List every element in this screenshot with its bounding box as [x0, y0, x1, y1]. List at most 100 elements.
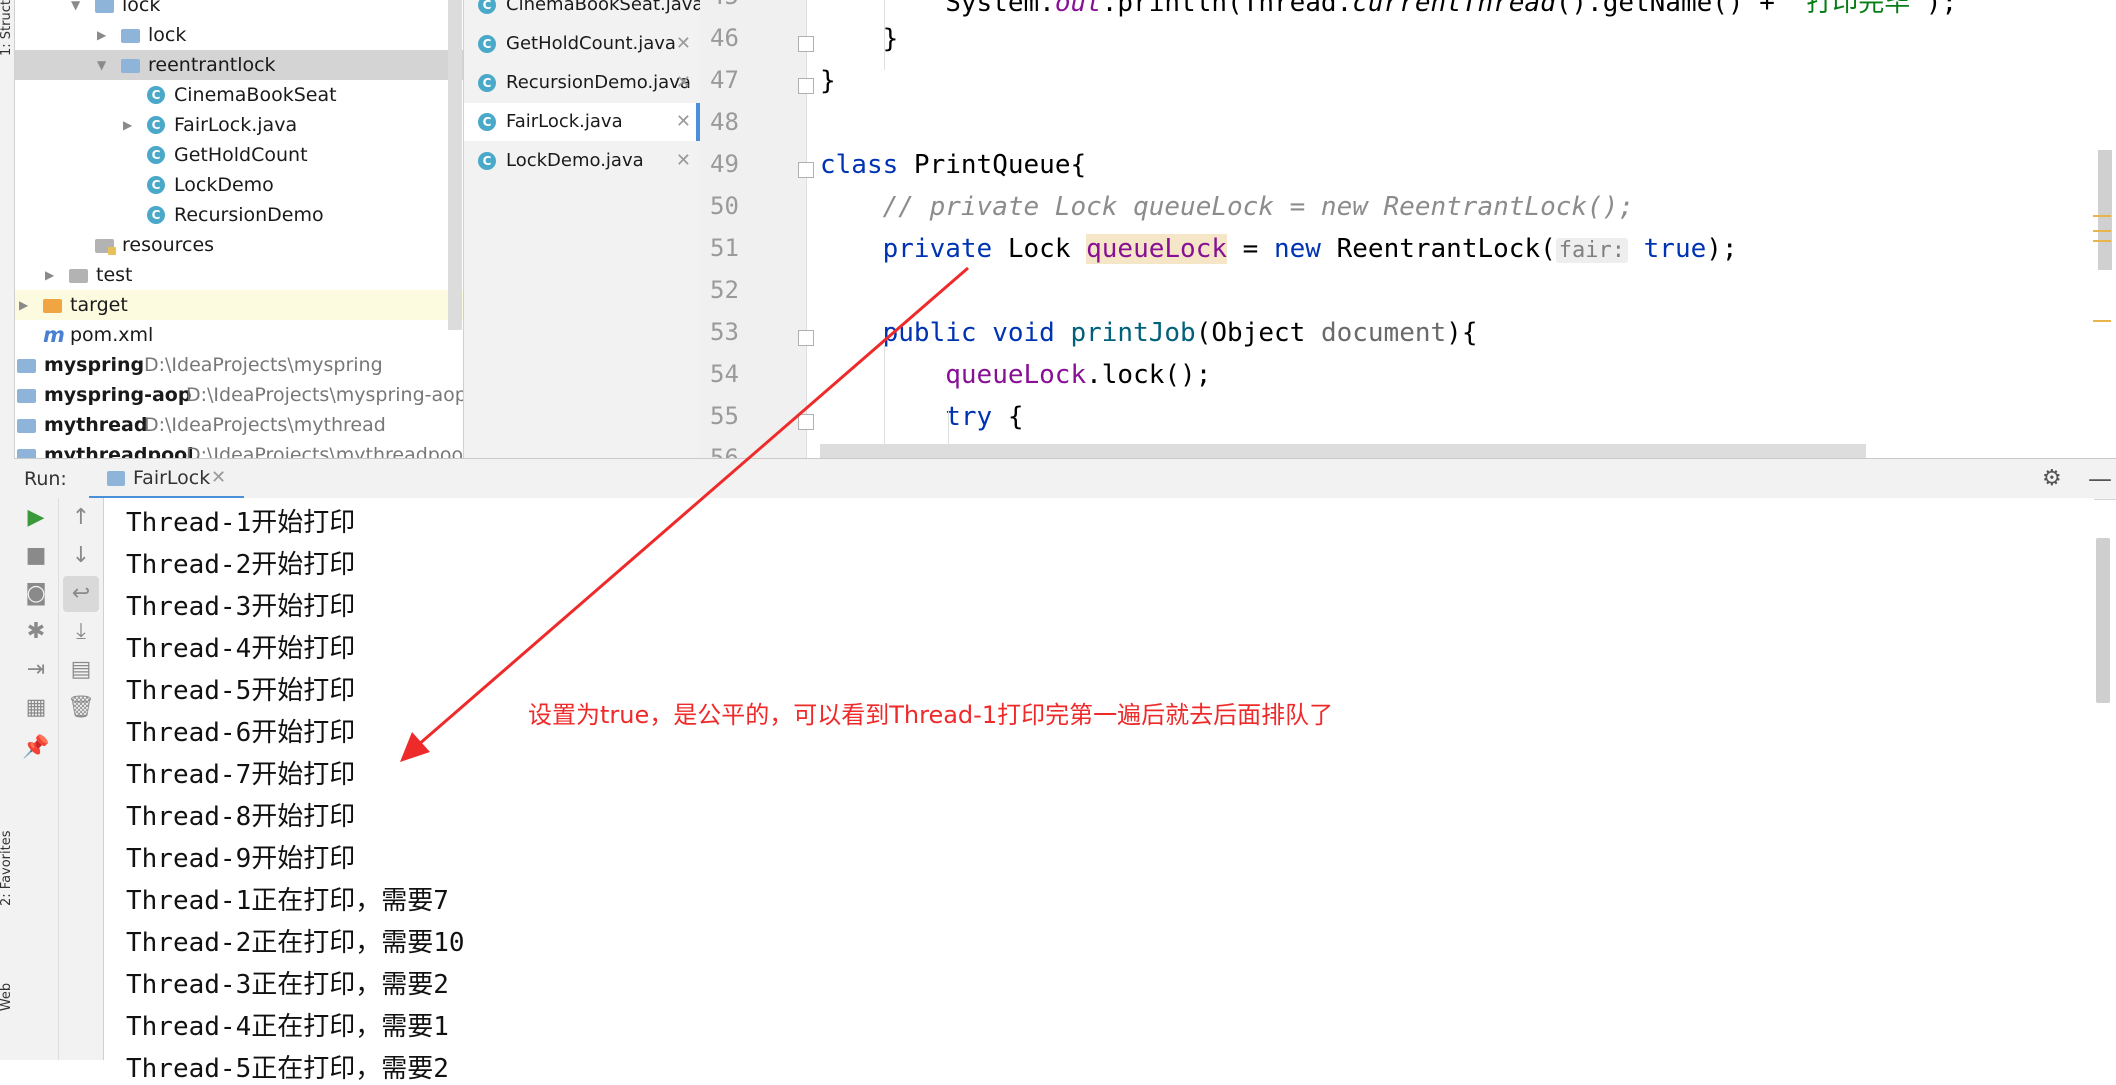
editor-horizontal-scrollbar[interactable]: [820, 444, 1866, 458]
tree-item-label: test: [96, 264, 133, 286]
tree-item[interactable]: ▼ reentrantlock: [15, 50, 463, 80]
editor-scrollbar[interactable]: [2098, 150, 2112, 270]
print-icon[interactable]: ▤: [59, 652, 103, 688]
error-stripe-marker[interactable]: [2093, 320, 2111, 322]
tree-item[interactable]: ▶ C FairLock.java: [15, 110, 463, 140]
module-icon: [17, 449, 36, 458]
code-line: private Lock queueLock = new ReentrantLo…: [882, 234, 1738, 264]
rerun-icon[interactable]: ▶: [14, 500, 58, 536]
tree-item-label: target: [70, 294, 128, 316]
console-line: Thread-5正在打印，需要2: [126, 1054, 449, 1084]
file-list-item[interactable]: C LockDemo.java ✕: [464, 142, 701, 180]
close-icon[interactable]: ✕: [676, 64, 691, 102]
tree-item-label: CinemaBookSeat: [174, 84, 337, 106]
tree-item[interactable]: ▼ lock: [15, 0, 463, 20]
arrow-down-icon[interactable]: ↓: [59, 538, 103, 574]
console-line: Thread-3开始打印: [126, 592, 356, 622]
java-class-icon: C: [147, 146, 165, 164]
tree-item-label: lock: [148, 24, 187, 46]
tree-item-label: mythreadpool: [44, 444, 194, 458]
arrow-up-icon[interactable]: ↑: [59, 500, 103, 536]
file-list-item[interactable]: C RecursionDemo.java ✕: [464, 64, 701, 102]
console-line: Thread-2开始打印: [126, 550, 356, 580]
java-class-icon: C: [478, 35, 496, 53]
java-class-icon: C: [478, 152, 496, 170]
tree-item-path: D:\IdeaProjects\myspring: [144, 354, 383, 376]
stop-icon[interactable]: ■: [14, 538, 58, 574]
tree-item-label: FairLock.java: [174, 114, 298, 136]
expanded-arrow-icon[interactable]: ▼: [71, 0, 80, 20]
code-editor[interactable]: 454647484950515253545556 System.out.prin…: [700, 0, 2116, 458]
tree-item-label: mythread: [44, 414, 148, 436]
camera-icon[interactable]: ◙: [14, 576, 58, 612]
tree-item[interactable]: C RecursionDemo: [15, 200, 463, 230]
tree-item-label: lock: [122, 0, 161, 16]
console-line: Thread-6开始打印: [126, 718, 356, 748]
tree-item[interactable]: ▶mythreadpoolD:\IdeaProjects\mythreadpoo…: [15, 440, 463, 458]
file-list-item[interactable]: C CinemaBookSeat.java: [464, 0, 703, 24]
java-class-icon: C: [147, 206, 165, 224]
tree-item[interactable]: ▶myspring-aopD:\IdeaProjects\myspring-ao…: [15, 380, 463, 410]
collapsed-arrow-icon[interactable]: ▶: [45, 260, 54, 290]
tree-item[interactable]: ▶ test: [15, 260, 463, 290]
error-stripe-marker[interactable]: [2093, 215, 2111, 217]
collapsed-arrow-icon[interactable]: ▶: [123, 110, 132, 140]
console-line: Thread-9开始打印: [126, 844, 356, 874]
web-tab[interactable]: Web: [0, 968, 14, 1026]
file-list-item[interactable]: C FairLock.java ✕: [464, 103, 701, 141]
tree-scrollbar[interactable]: [448, 0, 462, 330]
structure-tab[interactable]: 1: Structure: [0, 0, 14, 56]
java-class-icon: C: [147, 86, 165, 104]
code-line: // private Lock queueLock = new Reentran…: [882, 192, 1634, 222]
file-list-item[interactable]: C GetHoldCount.java ✕: [464, 25, 701, 63]
code-line: queueLock.lock();: [945, 360, 1212, 390]
error-stripe-marker[interactable]: [2093, 230, 2111, 232]
collapsed-arrow-icon[interactable]: ▶: [97, 20, 106, 50]
exit-icon[interactable]: ⇥: [14, 652, 58, 688]
tree-item[interactable]: ▶myspringD:\IdeaProjects\myspring: [15, 350, 463, 380]
console-line: Thread-1正在打印，需要7: [126, 886, 449, 916]
tree-item[interactable]: ▶mythreadD:\IdeaProjects\mythread: [15, 410, 463, 440]
favorites-tab[interactable]: 2: Favorites: [0, 830, 14, 906]
tree-item[interactable]: ▶ target: [15, 290, 463, 320]
minimize-icon[interactable]: —: [2088, 459, 2112, 499]
close-icon[interactable]: ✕: [676, 103, 691, 141]
scroll-to-end-icon[interactable]: ⤓: [59, 614, 103, 650]
project-tree: ▼ lock ▶ lock ▼ reentrantlock C CinemaBookSeat ▶…: [15, 0, 463, 458]
debug-icon[interactable]: ✱: [14, 614, 58, 650]
pin-icon[interactable]: 📌: [14, 730, 58, 766]
close-icon[interactable]: ✕: [676, 142, 691, 180]
left-tool-strip: 1: Structure 2: Favorites Web: [0, 0, 15, 1060]
tree-item-label: GetHoldCount: [174, 144, 308, 166]
console-line: Thread-1开始打印: [126, 508, 356, 538]
tree-item[interactable]: m pom.xml: [15, 320, 463, 350]
console-scrollbar[interactable]: [2096, 538, 2110, 703]
tree-item[interactable]: C CinemaBookSeat: [15, 80, 463, 110]
run-tool-window-header: Run: FairLock ✕ ⚙ —: [14, 458, 2116, 500]
tree-item-label: myspring: [44, 354, 145, 376]
close-icon[interactable]: ✕: [676, 25, 691, 63]
tree-item[interactable]: resources: [15, 230, 463, 260]
console-line: Thread-4正在打印，需要1: [126, 1012, 449, 1042]
code-line: }: [820, 66, 836, 96]
tree-item[interactable]: ▶ lock: [15, 20, 463, 50]
console-line: Thread-2正在打印，需要10: [126, 928, 465, 958]
run-console[interactable]: Thread-1开始打印 Thread-2开始打印 Thread-3开始打印 Thre…: [104, 498, 2094, 1084]
code-area[interactable]: System.out.println(Thread.currentThread(…: [700, 0, 2116, 458]
run-toolbar-secondary: ↑ ↓ ↩ ⤓ ▤ 🗑: [59, 498, 104, 1060]
folder-icon: [43, 299, 62, 313]
soft-wrap-icon[interactable]: ↩: [63, 576, 99, 612]
layout-icon[interactable]: ▦: [14, 690, 58, 726]
run-tab-fairlock[interactable]: FairLock ✕: [89, 459, 244, 499]
trash-icon[interactable]: 🗑: [59, 690, 103, 726]
tree-item[interactable]: C LockDemo: [15, 170, 463, 200]
gear-icon[interactable]: ⚙: [2042, 459, 2062, 499]
console-line: Thread-3正在打印，需要2: [126, 970, 449, 1000]
tree-item[interactable]: C GetHoldCount: [15, 140, 463, 170]
expanded-arrow-icon[interactable]: ▼: [97, 50, 106, 80]
close-icon[interactable]: ✕: [211, 459, 226, 497]
tree-item-label: RecursionDemo: [174, 204, 324, 226]
java-class-icon: C: [147, 176, 165, 194]
error-stripe-marker[interactable]: [2093, 240, 2111, 242]
collapsed-arrow-icon[interactable]: ▶: [19, 290, 28, 320]
